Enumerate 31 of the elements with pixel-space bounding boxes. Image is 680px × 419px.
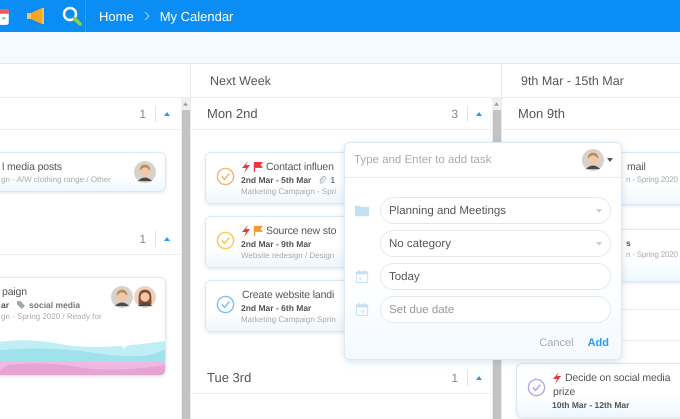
task-title: prize (553, 386, 576, 398)
task-title: Decide on social media (565, 372, 670, 384)
task-dates: 2nd Mar - 9th Mar (241, 239, 312, 249)
task-project: gn - Spring 2020 / Ready for (1, 312, 102, 321)
task-project: gn - A/W clothing range / Other (1, 175, 111, 184)
day-label: Mon 2nd (207, 106, 259, 121)
task-project: n - Spring 2020 (626, 175, 678, 184)
task-dates: 2nd Mar - 5th Mar (241, 175, 312, 185)
task-project: Marketing Campaign - Spri (241, 187, 336, 196)
task-title: Create website landi (242, 289, 334, 301)
task-dates: 2nd Mar - 6th Mar (241, 303, 312, 313)
task-project: n - Spring 2020 (626, 250, 678, 259)
task-count: 1 (451, 370, 468, 386)
task-project: Marketing Campaign Sprin (241, 315, 336, 324)
attachment-count: 1 (330, 175, 336, 185)
day-label: Mon 9th (518, 106, 566, 121)
day-label: Tue 3rd (207, 370, 252, 385)
task-title: Source new sto (266, 225, 336, 237)
task-count: 3 (451, 106, 468, 122)
week-title: 9th Mar - 15th Mar (521, 74, 624, 88)
task-title: mail (627, 161, 646, 173)
task-count: 1 (139, 230, 156, 246)
task-count: 1 (139, 106, 156, 122)
task-title: Contact influen (266, 161, 334, 173)
task-project: Website redesign / Design (241, 251, 334, 260)
task-dates: ar (1, 300, 10, 310)
task-title: paign (2, 286, 27, 298)
task-dates: s (626, 238, 631, 248)
week-title: Next Week (210, 74, 271, 88)
task-title: l media posts (2, 161, 62, 173)
task-dates: 10th Mar - 12th Mar (552, 400, 630, 410)
